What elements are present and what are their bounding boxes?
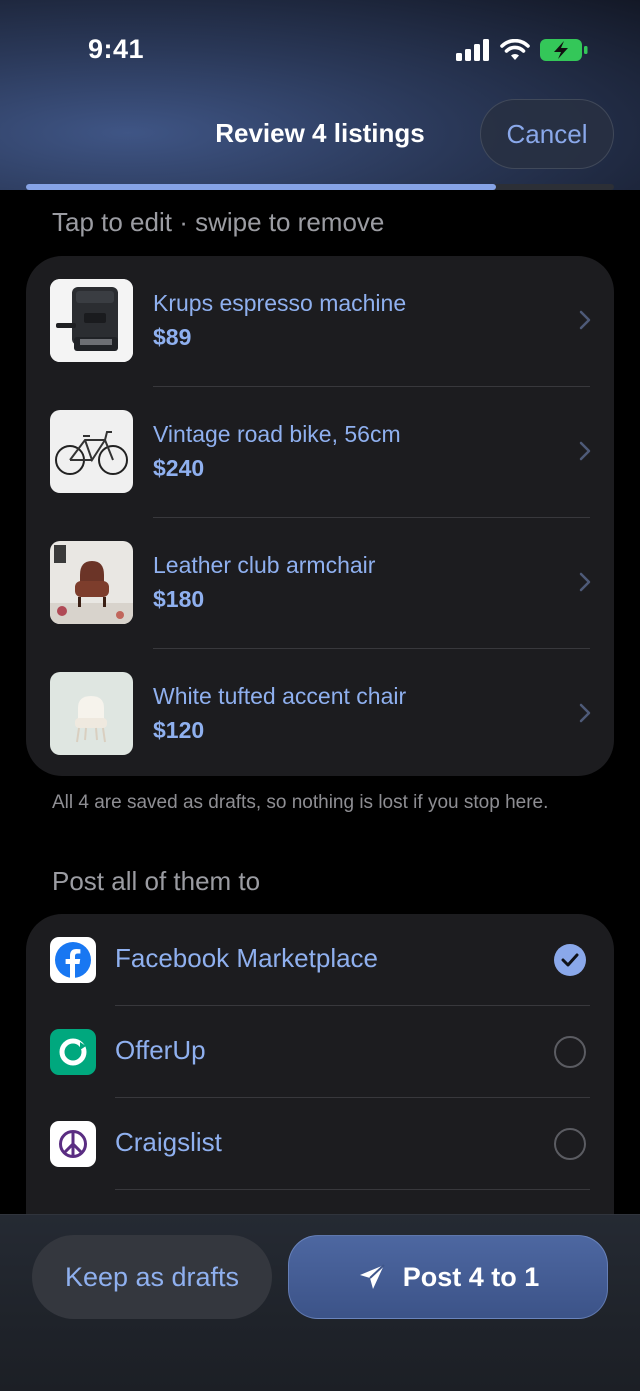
espresso-machine-photo (50, 279, 133, 362)
progress-fill (26, 184, 497, 190)
radio-unselected-icon[interactable] (554, 1036, 586, 1068)
platform-row-facebook[interactable]: Facebook Marketplace (26, 914, 614, 1006)
listing-price: $89 (153, 324, 192, 350)
listing-price: $120 (153, 717, 205, 743)
white-chair-photo (50, 672, 133, 755)
bottom-action-bar: Keep as drafts Post 4 to 1 (0, 1214, 640, 1391)
listing-price: $180 (153, 586, 205, 612)
road-bike-photo (50, 410, 133, 493)
signal-icon (456, 39, 489, 61)
facebook-icon (50, 937, 96, 983)
platform-name: Craigslist (115, 1127, 222, 1157)
checkmark-selected-icon[interactable] (554, 944, 586, 976)
offerup-icon (50, 1029, 96, 1075)
chevron-right-icon (579, 441, 591, 461)
listing-row[interactable]: Vintage road bike, 56cm $240 (26, 387, 614, 518)
wifi-icon (500, 39, 530, 60)
chevron-right-icon (579, 572, 591, 592)
status-time: 9:41 (88, 34, 145, 64)
listing-thumbnail (50, 672, 133, 755)
send-icon (359, 1264, 385, 1289)
listing-price: $240 (153, 455, 205, 481)
platform-row-craigslist[interactable]: Craigslist (26, 1098, 614, 1190)
post-section-title: Post all of them to (52, 866, 261, 896)
chevron-right-icon (579, 310, 591, 330)
listing-thumbnail (50, 541, 133, 624)
listing-title: Leather club armchair (153, 552, 376, 578)
listing-row[interactable]: Krups espresso machine $89 (26, 256, 614, 387)
listing-thumbnail (50, 410, 133, 493)
status-icons (456, 38, 588, 62)
listing-row[interactable]: White tufted accent chair $120 (26, 649, 614, 776)
peace-sign-icon (50, 1121, 96, 1167)
listing-row[interactable]: Leather club armchair $180 (26, 518, 614, 649)
platform-name: Facebook Marketplace (115, 943, 379, 973)
progress-bar (26, 184, 614, 190)
divider (115, 1189, 590, 1190)
drafts-note: All 4 are saved as drafts, so nothing is… (52, 792, 549, 813)
listings-card: Krups espresso machine $89 Vintage road … (26, 256, 614, 776)
listing-title: Krups espresso machine (153, 290, 407, 316)
post-button-label: Post 4 to 1 (402, 1261, 540, 1292)
platform-row-offerup[interactable]: OfferUp (26, 1006, 614, 1098)
cancel-button[interactable]: Cancel (480, 99, 614, 169)
post-button[interactable]: Post 4 to 1 (288, 1235, 608, 1319)
platform-name: OfferUp (115, 1035, 206, 1065)
listing-title: White tufted accent chair (153, 683, 407, 709)
leather-armchair-photo (50, 541, 133, 624)
chevron-right-icon (579, 703, 591, 723)
radio-unselected-icon[interactable] (554, 1128, 586, 1160)
listing-thumbnail (50, 279, 133, 362)
listing-title: Vintage road bike, 56cm (153, 421, 401, 447)
platforms-card: Facebook Marketplace OfferUp Craigslist (26, 914, 614, 1234)
battery-charging-icon (540, 39, 588, 61)
header: 9:41 Review 4 listings Cancel (0, 0, 640, 190)
keep-drafts-button[interactable]: Keep as drafts (32, 1235, 272, 1319)
edit-hint: Tap to edit · swipe to remove (52, 207, 385, 237)
